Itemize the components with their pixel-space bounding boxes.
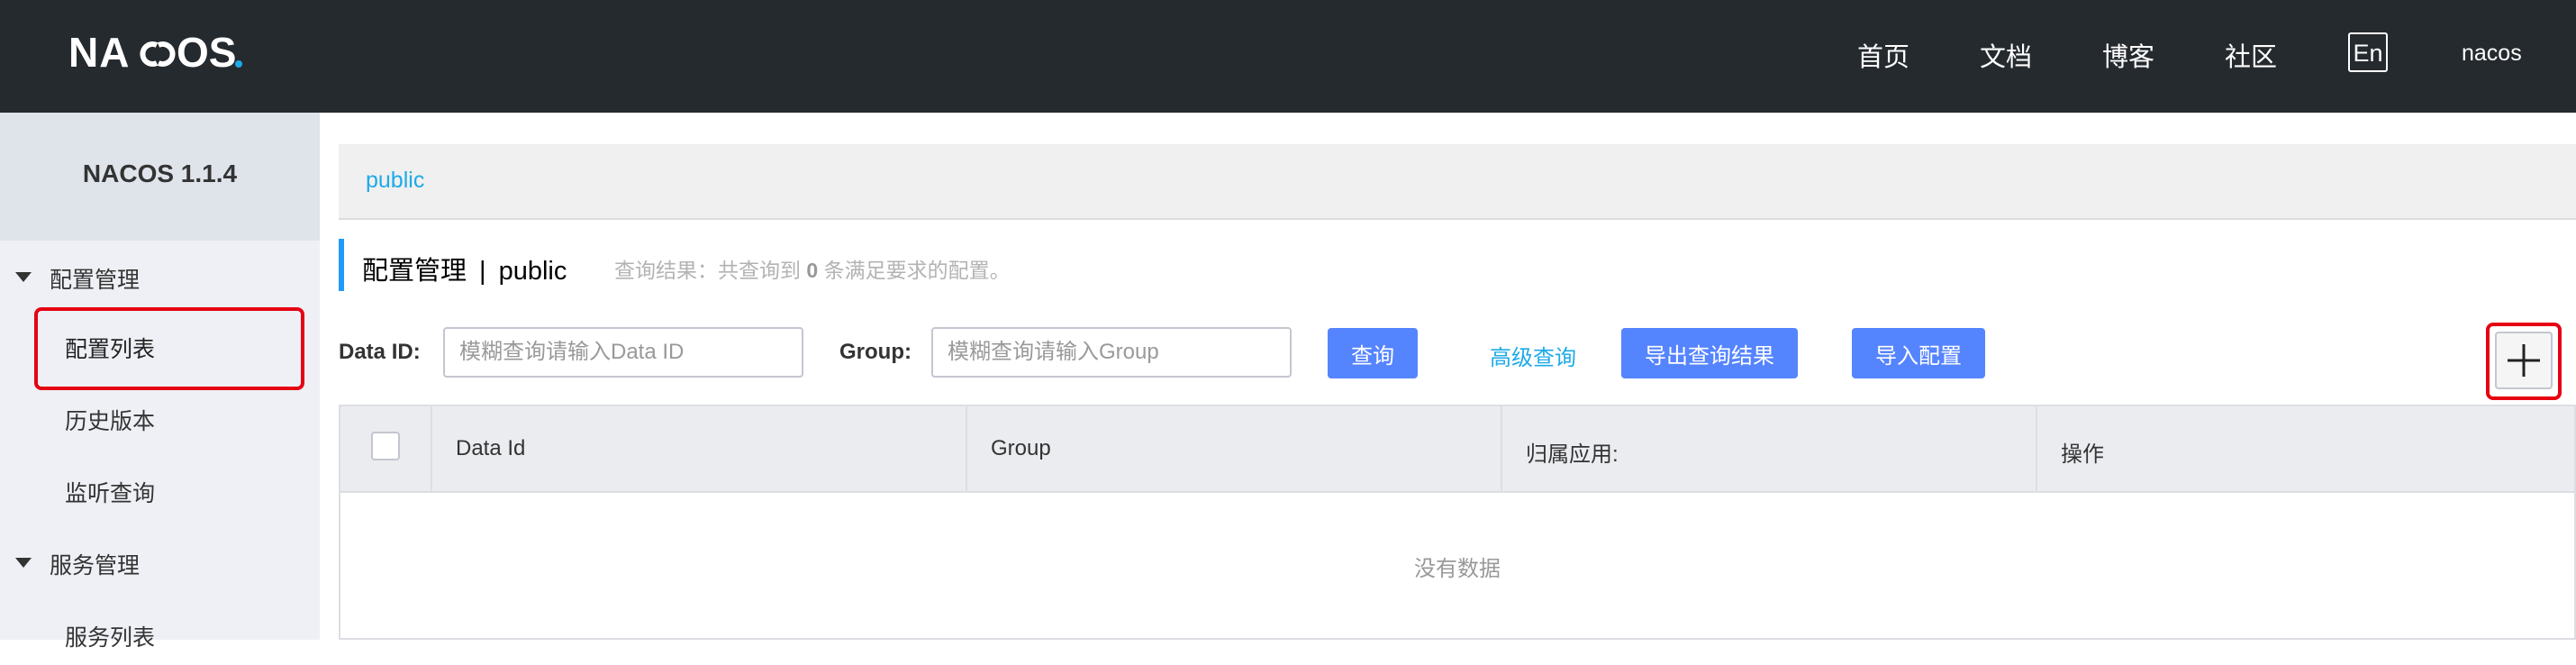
nav-home[interactable]: 首页 xyxy=(1857,36,1909,74)
menu-group-label: 服务管理 xyxy=(50,553,141,578)
user-menu[interactable]: nacos xyxy=(2462,41,2522,67)
th-data-id[interactable]: Data Id xyxy=(432,406,967,491)
page-title: 配置管理 | public xyxy=(362,250,567,287)
sidebar: NACOS 1.1.4 配置管理 配置列表 历史版本 监听查询 服务管理 服务列… xyxy=(0,113,320,651)
column-header: 操作 xyxy=(2061,442,2104,467)
menu-group-config-management[interactable]: 配置管理 xyxy=(0,250,320,304)
namespace-link-public[interactable]: public xyxy=(366,168,424,194)
export-results-button[interactable]: 导出查询结果 xyxy=(1621,328,1798,378)
caret-down-icon xyxy=(15,272,32,282)
th-app[interactable]: 归属应用: xyxy=(1502,406,2037,491)
menu-item-label: 配置列表 xyxy=(65,337,156,362)
svg-text:OS: OS xyxy=(177,29,236,76)
menu-item-listener-query[interactable]: 监听查询 xyxy=(0,458,320,521)
query-result-suffix: 条满足要求的配置。 xyxy=(823,259,1011,282)
column-header: 归属应用: xyxy=(1526,442,1619,467)
version-label: NACOS 1.1.4 xyxy=(82,159,238,187)
menu-group-service-management[interactable]: 服务管理 xyxy=(0,535,320,589)
version-panel: NACOS 1.1.4 xyxy=(0,113,320,241)
import-config-button[interactable]: 导入配置 xyxy=(1852,328,1985,378)
menu-group-label: 配置管理 xyxy=(50,268,141,293)
menu-item-label: 服务列表 xyxy=(65,625,156,651)
th-select xyxy=(340,406,432,491)
plus-icon xyxy=(2508,344,2540,377)
nav-docs[interactable]: 文档 xyxy=(1980,36,2032,74)
caret-down-icon xyxy=(15,558,32,568)
query-button[interactable]: 查询 xyxy=(1328,328,1418,378)
menu-item-label: 历史版本 xyxy=(65,409,156,434)
data-id-input[interactable] xyxy=(443,327,803,378)
query-result-summary: 查询结果：共查询到 0 条满足要求的配置。 xyxy=(614,253,1011,284)
data-id-label: Data ID: xyxy=(339,340,421,364)
group-input[interactable] xyxy=(931,327,1292,378)
query-result-prefix: 查询结果：共查询到 xyxy=(614,259,801,282)
select-all-checkbox[interactable] xyxy=(371,432,400,460)
namespace-bar: public xyxy=(339,144,2576,220)
th-actions: 操作 xyxy=(2037,406,2574,491)
th-group[interactable]: Group xyxy=(967,406,1502,491)
nav-community[interactable]: 社区 xyxy=(2225,36,2277,74)
column-header: Group xyxy=(991,436,1051,460)
query-result-count: 0 xyxy=(806,259,819,282)
nav-blog[interactable]: 博客 xyxy=(2102,36,2154,74)
table-header: Data Id Group 归属应用: 操作 xyxy=(340,406,2574,493)
table-empty-message: 没有数据 xyxy=(1414,557,1501,581)
top-header: NA OS 首页 文档 博客 社区 En nacos xyxy=(0,0,2576,113)
advanced-query-link[interactable]: 高级查询 xyxy=(1490,340,1576,371)
menu-item-label: 监听查询 xyxy=(65,481,156,506)
column-header: Data Id xyxy=(456,436,526,460)
title-namespace: public xyxy=(498,257,567,286)
menu-item-history[interactable]: 历史版本 xyxy=(0,386,320,449)
title-main: 配置管理 xyxy=(362,257,467,286)
page-title-bar: 配置管理 | public 查询结果：共查询到 0 条满足要求的配置。 xyxy=(339,239,1011,291)
menu-item-service-list[interactable]: 服务列表 xyxy=(0,602,320,665)
add-config-button[interactable] xyxy=(2495,332,2553,389)
menu-item-config-list[interactable]: 配置列表 xyxy=(0,314,320,377)
title-separator: | xyxy=(479,257,486,286)
nacos-logo[interactable]: NA OS xyxy=(68,27,249,81)
language-switch-button[interactable]: En xyxy=(2348,32,2388,72)
config-table: Data Id Group 归属应用: 操作 没有数据 xyxy=(339,405,2576,640)
svg-text:NA: NA xyxy=(68,29,130,76)
group-label: Group: xyxy=(839,340,912,364)
